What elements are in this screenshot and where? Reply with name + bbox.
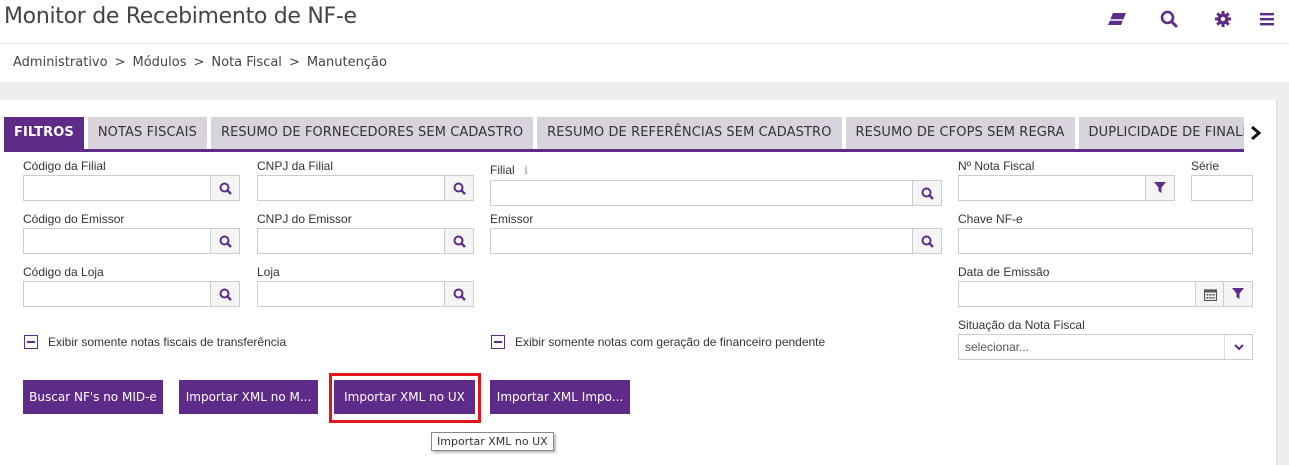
emissor-label: Emissor xyxy=(490,212,534,226)
data-emissao-filter-button[interactable] xyxy=(1223,281,1253,307)
filial-input[interactable] xyxy=(490,180,913,206)
breadcrumb-separator: > xyxy=(288,55,300,70)
cnpj-filial-input[interactable] xyxy=(257,175,445,201)
cnpj-emissor-search-button[interactable] xyxy=(444,228,474,254)
loja-search-button[interactable] xyxy=(444,281,474,307)
page-title: Monitor de Recebimento de NF-e xyxy=(4,4,357,29)
serie-input[interactable] xyxy=(1191,175,1253,201)
codigo-loja-label: Código da Loja xyxy=(23,265,104,279)
filial-label: Filial ℹ xyxy=(490,163,528,177)
search-icon xyxy=(453,288,466,301)
search-icon xyxy=(453,235,466,248)
codigo-filial-label: Código da Filial xyxy=(23,159,106,173)
financeiro-checkbox[interactable]: Exibir somente notas com geração de fina… xyxy=(491,335,825,349)
loja-label: Loja xyxy=(257,265,280,279)
eraser-icon[interactable] xyxy=(1106,8,1128,30)
info-icon[interactable]: ℹ xyxy=(524,165,528,177)
codigo-emissor-input[interactable] xyxy=(23,228,211,254)
emissor-input[interactable] xyxy=(490,228,913,254)
serie-label: Série xyxy=(1191,159,1220,173)
checkbox-indeterminate-icon xyxy=(491,335,505,349)
loja-input[interactable] xyxy=(257,281,445,307)
divider xyxy=(0,82,1289,100)
gear-icon[interactable] xyxy=(1212,8,1234,30)
tab-duplicidade-finalidade[interactable]: DUPLICIDADE DE FINALIDADE DA OPERA xyxy=(1078,117,1244,149)
emissor-search-button[interactable] xyxy=(912,228,942,254)
calendar-button[interactable] xyxy=(1195,281,1225,307)
situacao-select[interactable]: selecionar... xyxy=(958,334,1253,360)
tab-resumo-referencias[interactable]: RESUMO DE REFERÊNCIAS SEM CADASTRO xyxy=(537,117,846,149)
search-icon xyxy=(921,235,934,248)
search-icon xyxy=(921,187,934,200)
checkbox-indeterminate-icon xyxy=(24,335,38,349)
menu-icon[interactable] xyxy=(1256,8,1278,30)
financeiro-label: Exibir somente notas com geração de fina… xyxy=(515,335,826,349)
breadcrumb-separator: > xyxy=(193,55,205,70)
importar-xml-impo-button[interactable]: Importar XML Impo... xyxy=(490,380,630,414)
data-emissao-label: Data de Emissão xyxy=(958,265,1050,279)
cnpj-filial-label: CNPJ da Filial xyxy=(257,159,334,173)
chave-nfe-label: Chave NF-e xyxy=(958,212,1023,226)
filial-search-button[interactable] xyxy=(912,180,942,206)
codigo-emissor-label: Código do Emissor xyxy=(23,212,125,226)
tab-bar: FILTROS NOTAS FISCAIS RESUMO DE FORNECED… xyxy=(4,117,1244,149)
importar-xml-ux-button[interactable]: Importar XML no UX xyxy=(334,380,475,414)
data-emissao-input[interactable] xyxy=(958,281,1196,307)
chevron-down-icon xyxy=(1224,335,1252,359)
codigo-filial-search-button[interactable] xyxy=(210,175,240,201)
tab-notas-fiscais[interactable]: NOTAS FISCAIS xyxy=(87,117,211,149)
tab-filtros[interactable]: FILTROS xyxy=(4,117,88,149)
cnpj-emissor-input[interactable] xyxy=(257,228,445,254)
breadcrumb: Administrativo > Módulos > Nota Fiscal > Manut… xyxy=(0,44,1289,82)
codigo-loja-search-button[interactable] xyxy=(210,281,240,307)
situacao-label: Situação da Nota Fiscal xyxy=(958,318,1085,332)
transferencia-label: Exibir somente notas fiscais de transfer… xyxy=(48,335,287,349)
cnpj-emissor-label: CNPJ do Emissor xyxy=(257,212,352,226)
tab-underline xyxy=(4,149,1244,152)
scroll-gutter xyxy=(1277,100,1289,465)
breadcrumb-item[interactable]: Administrativo xyxy=(13,55,108,70)
transferencia-checkbox[interactable]: Exibir somente notas fiscais de transfer… xyxy=(24,335,286,349)
situacao-value: selecionar... xyxy=(965,340,1030,354)
filter-icon xyxy=(1154,182,1166,193)
breadcrumb-separator: > xyxy=(114,55,126,70)
breadcrumb-item[interactable]: Nota Fiscal xyxy=(211,55,282,70)
search-icon xyxy=(453,182,466,195)
filial-label-text: Filial xyxy=(490,163,515,177)
chave-nfe-input[interactable] xyxy=(958,228,1253,254)
search-icon xyxy=(219,182,232,195)
tab-resumo-cfops[interactable]: RESUMO DE CFOPS SEM REGRA xyxy=(845,117,1079,149)
chevron-right-icon[interactable] xyxy=(1249,125,1262,145)
importar-xml-m-button[interactable]: Importar XML no M... xyxy=(179,380,318,414)
cnpj-filial-search-button[interactable] xyxy=(444,175,474,201)
codigo-loja-input[interactable] xyxy=(23,281,211,307)
codigo-emissor-search-button[interactable] xyxy=(210,228,240,254)
tooltip: Importar XML no UX xyxy=(431,432,554,451)
top-bar: Monitor de Recebimento de NF-e xyxy=(0,0,1289,44)
codigo-filial-input[interactable] xyxy=(23,175,211,201)
tab-resumo-fornecedores[interactable]: RESUMO DE FORNECEDORES SEM CADASTRO xyxy=(210,117,538,149)
filter-icon xyxy=(1232,288,1244,299)
buscar-nfs-button[interactable]: Buscar NF's no MID-e xyxy=(23,380,163,414)
calendar-icon xyxy=(1203,288,1217,301)
search-icon xyxy=(219,235,232,248)
nota-fiscal-label: Nº Nota Fiscal xyxy=(958,159,1035,173)
nota-fiscal-filter-button[interactable] xyxy=(1145,175,1175,201)
nota-fiscal-input[interactable] xyxy=(958,175,1146,201)
breadcrumb-item[interactable]: Manutenção xyxy=(307,55,387,70)
search-icon[interactable] xyxy=(1158,8,1180,30)
breadcrumb-item[interactable]: Módulos xyxy=(133,55,187,70)
search-icon xyxy=(219,288,232,301)
